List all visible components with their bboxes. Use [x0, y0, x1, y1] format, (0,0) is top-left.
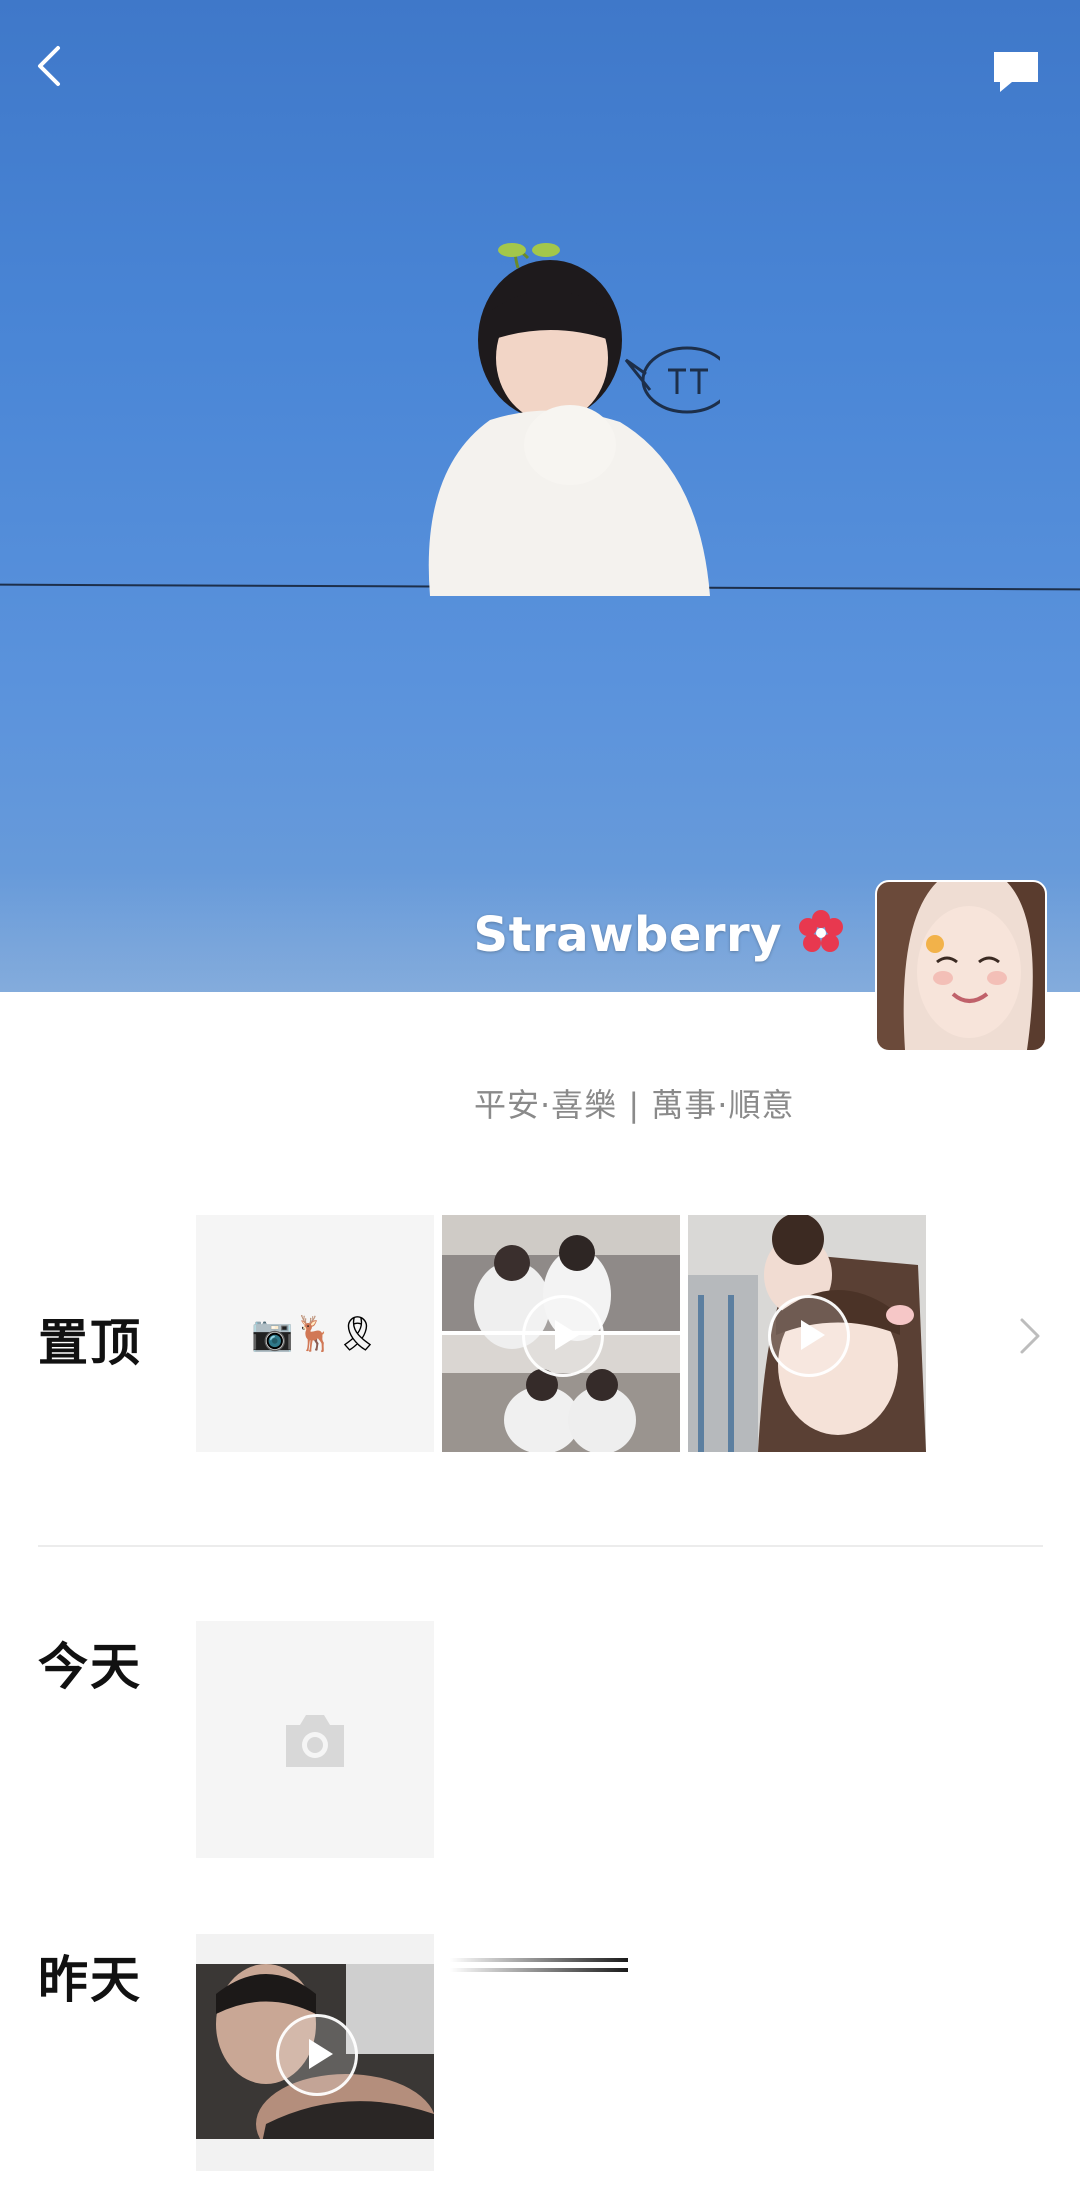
pinned-post-emoji: 📷🦌🎗 [251, 1313, 379, 1354]
play-icon[interactable] [768, 1295, 850, 1377]
avatar[interactable] [875, 880, 1047, 1052]
profile-name: Strawberry [473, 907, 782, 963]
pinned-post-text[interactable]: 📷🦌🎗 [196, 1215, 434, 1452]
more-pinned-icon[interactable] [1018, 1316, 1042, 1356]
play-icon[interactable] [522, 1295, 604, 1377]
section-label-pinned: 置顶 [38, 1314, 142, 1372]
cover-photo[interactable] [0, 0, 1080, 992]
section-label-yesterday: 昨天 [38, 1951, 142, 2009]
pinned-post-video-1[interactable] [442, 1215, 680, 1452]
cover-figure-illustration [428, 243, 720, 596]
flower-icon [799, 910, 843, 952]
camera-icon [286, 1715, 344, 1767]
avatar-photo [877, 882, 1045, 1050]
yesterday-post-video[interactable] [196, 1934, 434, 2171]
message-icon[interactable] [990, 48, 1042, 96]
loading-placeholder [450, 1958, 628, 1972]
play-icon[interactable] [276, 2014, 358, 2096]
section-divider [38, 1545, 1043, 1547]
pinned-post-video-2[interactable] [688, 1215, 926, 1452]
section-label-today: 今天 [38, 1638, 142, 1696]
profile-signature: 平安·喜樂 | 萬事·順意 [474, 1086, 795, 1124]
back-icon[interactable] [28, 42, 76, 90]
new-post-button[interactable] [196, 1621, 434, 1858]
